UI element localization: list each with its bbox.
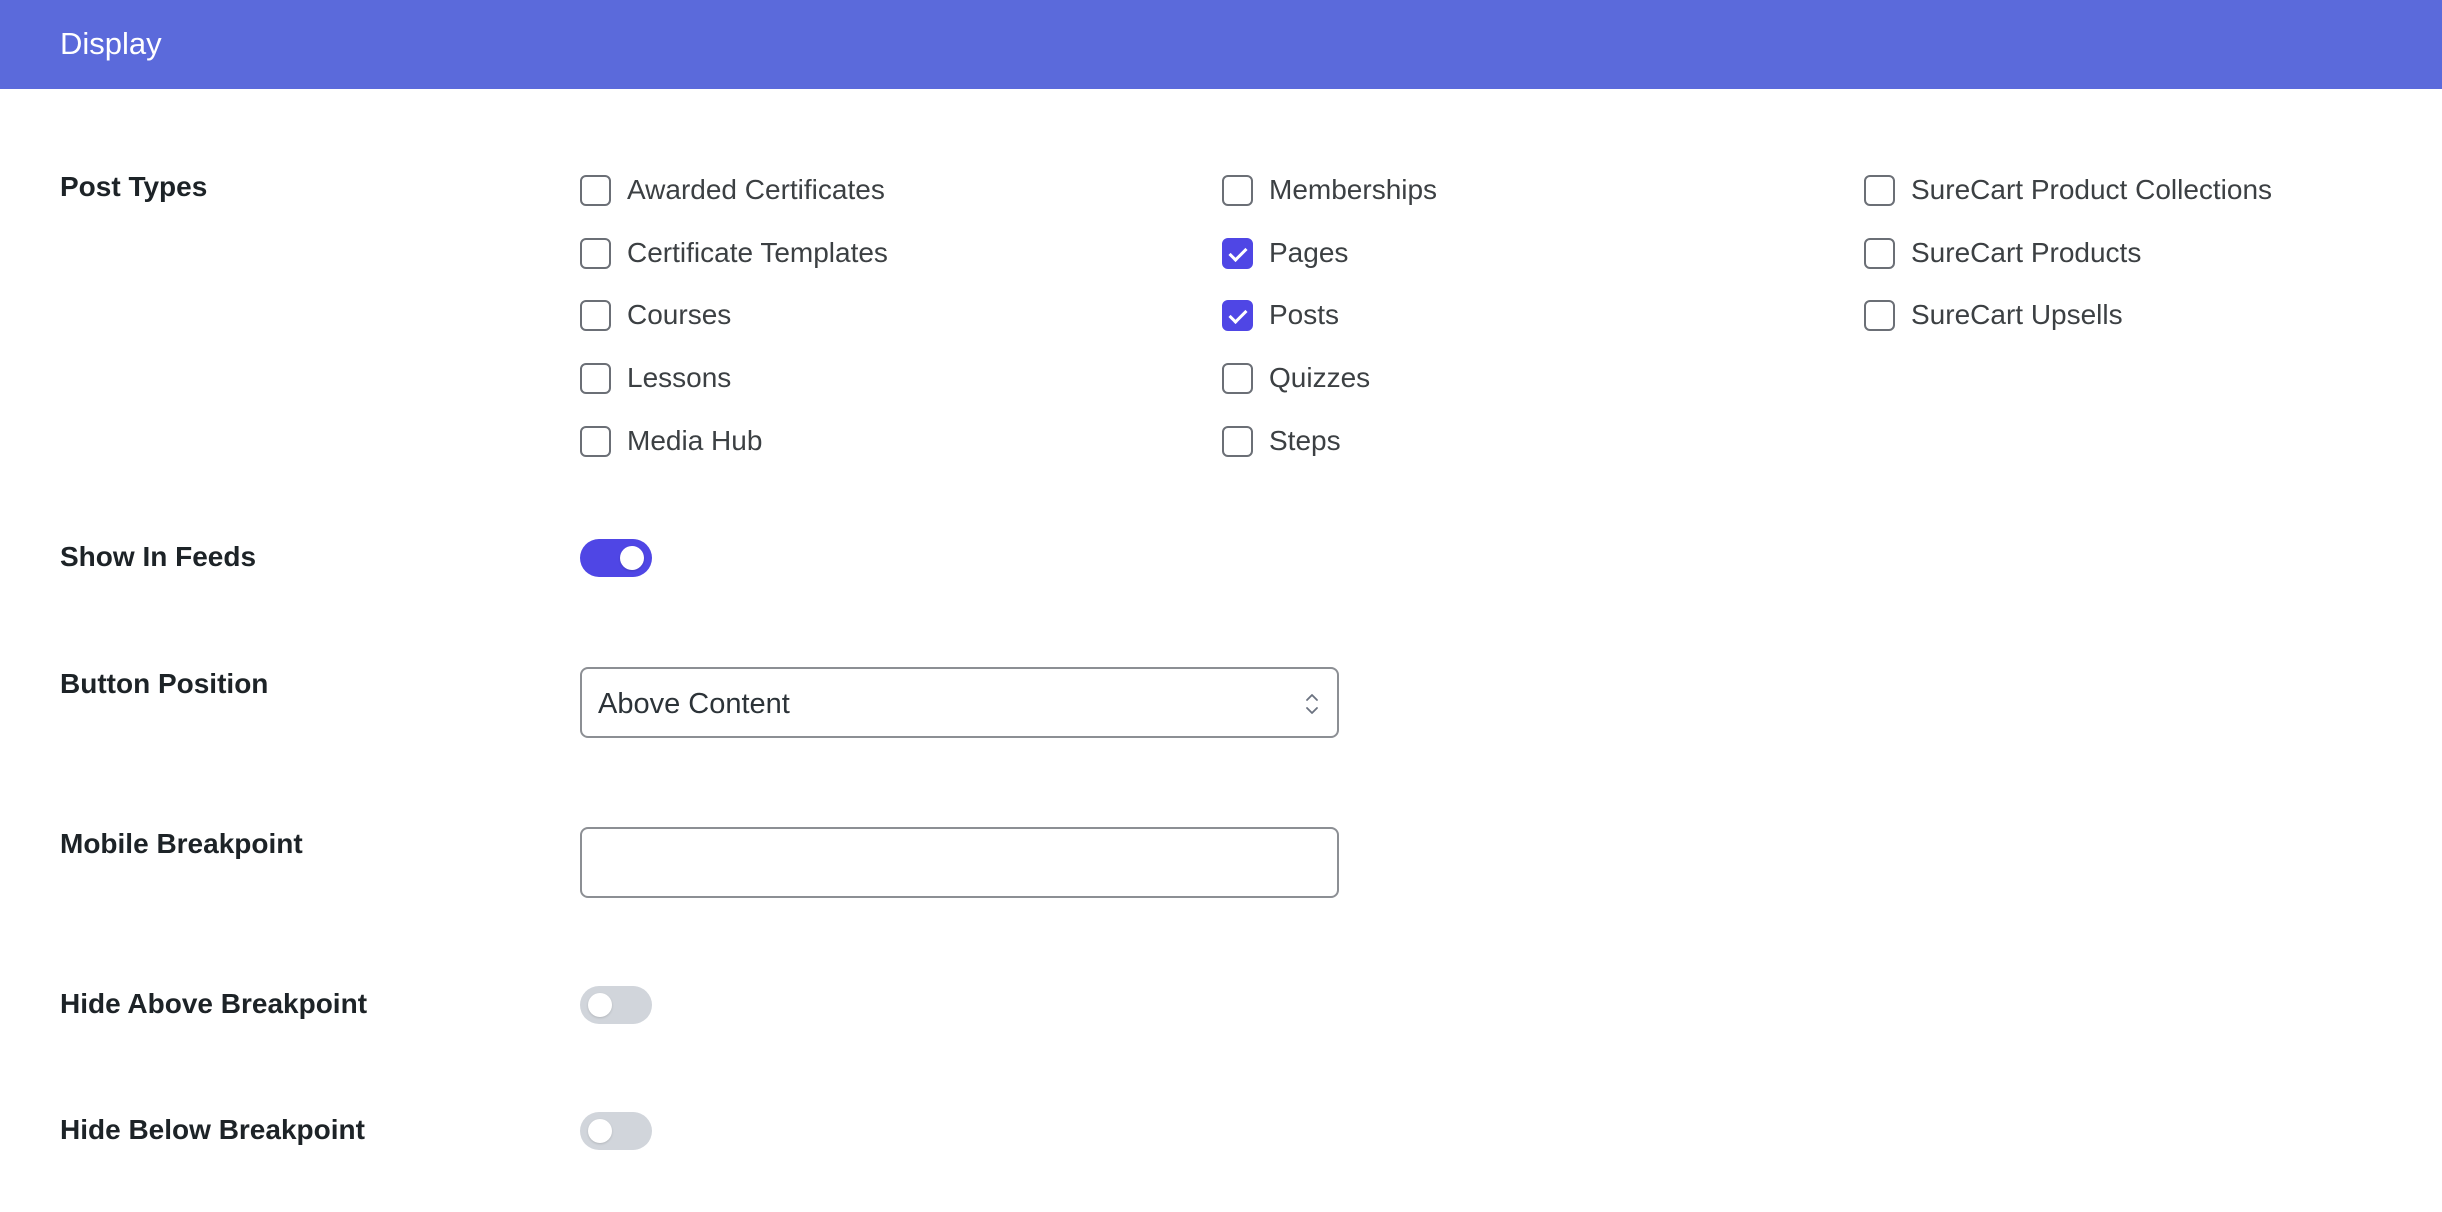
checkbox-checked[interactable] [1222,237,1253,269]
mobile-breakpoint-input[interactable] [580,827,1339,898]
hide-above-breakpoint-label: Hide Above Breakpoint [60,988,368,1019]
checkbox-label: Certificate Templates [627,237,888,268]
post-type-awarded-certificates[interactable]: Awarded Certificates [580,173,885,207]
post-types-label: Post Types [60,171,208,202]
post-type-pages[interactable]: Pages [1222,236,1348,270]
show-in-feeds-label: Show In Feeds [60,541,257,572]
toggle-knob [588,993,612,1017]
mobile-breakpoint-label: Mobile Breakpoint [60,828,303,859]
checkbox[interactable] [580,174,611,206]
show-in-feeds-toggle[interactable] [580,539,652,577]
checkbox-label: Memberships [1269,174,1438,205]
checkbox[interactable] [580,362,611,394]
button-position-select[interactable]: Above Content [580,667,1339,738]
post-type-steps[interactable]: Steps [1222,424,1341,458]
post-type-certificate-templates[interactable]: Certificate Templates [580,236,888,270]
post-type-surecart-products[interactable]: SureCart Products [1864,236,2141,270]
post-type-posts[interactable]: Posts [1222,298,1339,332]
checkbox[interactable] [1864,174,1895,206]
checkbox-label: SureCart Product Collections [1911,174,2273,205]
checkbox-label: Quizzes [1269,362,1371,393]
hide-below-breakpoint-toggle[interactable] [580,1112,652,1150]
checkbox[interactable] [1864,237,1895,269]
checkbox-label: Pages [1269,237,1349,268]
chevron-up-down-icon [1306,694,1318,714]
select-value: Above Content [598,688,790,720]
post-type-quizzes[interactable]: Quizzes [1222,361,1370,395]
checkbox-checked[interactable] [1222,299,1253,331]
toggle-knob [588,1119,612,1143]
hide-below-breakpoint-label: Hide Below Breakpoint [60,1114,365,1145]
checkbox-label: Media Hub [627,425,763,456]
post-type-media-hub[interactable]: Media Hub [580,424,762,458]
checkbox-label: SureCart Upsells [1911,299,2123,330]
checkbox-label: SureCart Products [1911,237,2142,268]
post-type-lessons[interactable]: Lessons [580,361,731,395]
button-position-label: Button Position [60,668,269,699]
checkbox[interactable] [580,237,611,269]
checkbox[interactable] [580,425,611,457]
checkbox-label: Courses [627,299,732,330]
header-title: Display [60,26,162,61]
toggle-knob [620,546,644,570]
checkbox[interactable] [1222,425,1253,457]
display-header: Display [0,0,2442,89]
post-type-surecart-product-collections[interactable]: SureCart Product Collections [1864,173,2272,207]
checkbox[interactable] [1864,299,1895,331]
checkbox-label: Steps [1269,425,1341,456]
post-type-surecart-upsells[interactable]: SureCart Upsells [1864,298,2123,332]
post-type-memberships[interactable]: Memberships [1222,173,1437,207]
checkbox-label: Posts [1269,299,1340,330]
checkbox-label: Awarded Certificates [627,174,885,205]
checkbox[interactable] [1222,362,1253,394]
hide-above-breakpoint-toggle[interactable] [580,986,652,1024]
checkbox[interactable] [580,299,611,331]
checkbox[interactable] [1222,174,1253,206]
post-type-courses[interactable]: Courses [580,298,731,332]
checkbox-label: Lessons [627,362,732,393]
